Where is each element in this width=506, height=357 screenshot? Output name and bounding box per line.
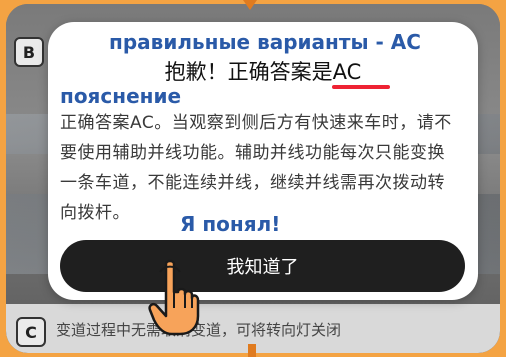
annotation-correct-answers: правильные варианты - АС: [109, 30, 421, 54]
option-c-badge[interactable]: C: [16, 317, 46, 347]
ok-button[interactable]: 我知道了: [60, 240, 465, 292]
answer-underline: [332, 85, 390, 89]
pointing-hand-icon: [148, 259, 200, 336]
option-b-badge[interactable]: B: [14, 37, 44, 67]
annotation-arrow-bottom: [248, 344, 256, 357]
annotation-explanation-label: пояснение: [60, 84, 182, 108]
annotation-got-it: Я понял!: [180, 212, 281, 236]
annotation-arrow-top: [243, 0, 257, 10]
dialog-title: 抱歉！正确答案是AC: [164, 60, 362, 84]
dialog-explanation: 正确答案AC。当观察到侧后方有快速来车时，请不要使用辅助并线功能。辅助并线功能每…: [60, 113, 452, 223]
